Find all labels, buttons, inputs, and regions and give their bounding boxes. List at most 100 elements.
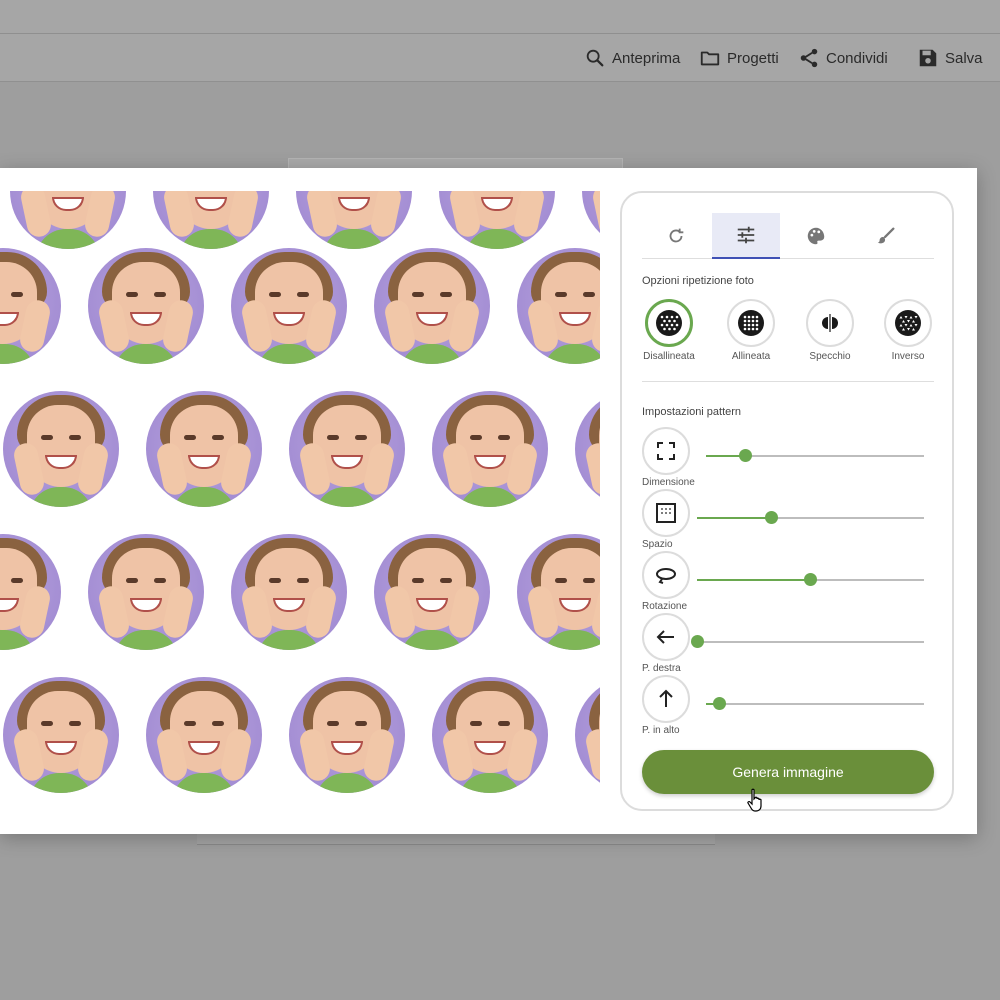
pattern-photo-tile — [439, 191, 555, 249]
pattern-photo-tile — [517, 248, 600, 364]
option-circle — [727, 299, 775, 347]
slider-row-size: Dimensione — [642, 427, 934, 489]
main-toolbar: Anteprima Progetti Condividi Salva — [0, 34, 1000, 82]
preview-button[interactable]: Anteprima — [584, 45, 680, 71]
share-label: Condividi — [826, 49, 888, 67]
offset-right-slider-knob[interactable] — [690, 635, 704, 648]
pattern-photo-tile — [0, 534, 61, 650]
pattern-photo-tile — [289, 677, 405, 793]
slider-row-offset-top: P. in alto — [642, 675, 934, 737]
spacing-label: Spazio — [642, 539, 673, 550]
pattern-photo-tile — [582, 191, 600, 249]
pattern-photo-tile — [575, 677, 600, 793]
rotation-button[interactable] — [642, 551, 690, 599]
option-circle — [645, 299, 693, 347]
pattern-photo-tile — [88, 248, 204, 364]
arrow-up-icon — [659, 689, 673, 707]
offset-top-slider-track[interactable] — [706, 703, 924, 705]
option-label: Disallineata — [643, 351, 695, 362]
rotate-icon — [656, 568, 676, 584]
pattern-photo-tile — [575, 391, 600, 507]
slider-row-spacing: Spazio — [642, 489, 934, 551]
sliders-icon — [737, 226, 755, 244]
offset-top-button[interactable] — [642, 675, 690, 723]
aligned-dots-icon — [738, 310, 764, 336]
pattern-editor-dialog: Opzioni ripetizione foto Disallineata Al… — [0, 168, 977, 834]
option-circle — [806, 299, 854, 347]
settings-tabs — [642, 213, 934, 259]
offset-right-button[interactable] — [642, 613, 690, 661]
pattern-photo-tile — [374, 534, 490, 650]
pattern-photo-tile — [3, 677, 119, 793]
option-label: Specchio — [809, 351, 851, 362]
option-circle — [884, 299, 932, 347]
folder-icon — [700, 51, 720, 66]
grid-frame-icon — [656, 503, 676, 523]
pattern-photo-tile — [88, 534, 204, 650]
pattern-photo-tile — [517, 534, 600, 650]
floppy-icon — [919, 49, 937, 67]
spacing-button[interactable] — [642, 489, 690, 537]
offset-top-slider-knob[interactable] — [712, 697, 726, 710]
share-button[interactable]: Condividi — [798, 45, 888, 71]
share-icon — [800, 48, 818, 68]
pattern-photo-tile — [3, 391, 119, 507]
pattern-photo-tile — [296, 191, 412, 249]
pattern-photo-tile — [153, 191, 269, 249]
pattern-photo-tile — [374, 248, 490, 364]
inverse-dots-icon — [895, 310, 921, 336]
tab-pattern-settings[interactable] — [712, 213, 780, 259]
pattern-photo-tile — [146, 391, 262, 507]
size-button[interactable] — [642, 427, 690, 475]
pattern-photo-tile — [289, 391, 405, 507]
pattern-photo-tile — [432, 391, 548, 507]
tab-reset[interactable] — [642, 213, 710, 259]
option-mirror[interactable]: Specchio — [795, 299, 865, 362]
app-top-bar — [0, 0, 1000, 34]
tab-colors[interactable] — [782, 213, 850, 259]
projects-button[interactable]: Progetti — [699, 45, 779, 71]
hand-cursor-icon — [747, 788, 762, 812]
option-label: Allineata — [731, 351, 771, 362]
spacing-slider-fill — [697, 517, 772, 519]
generate-image-button[interactable]: Genera immagine — [642, 750, 934, 794]
offset-right-slider-track[interactable] — [697, 641, 924, 643]
size-label: Dimensione — [642, 477, 695, 488]
palette-icon — [807, 227, 825, 245]
offset-top-label: P. in alto — [642, 725, 680, 736]
refresh-icon — [669, 228, 684, 243]
option-inverse[interactable]: Inverso — [873, 299, 943, 362]
option-aligned[interactable]: Allineata — [716, 299, 786, 362]
pattern-photo-tile — [231, 248, 347, 364]
size-slider-knob[interactable] — [738, 449, 752, 462]
offset-right-label: P. destra — [642, 663, 681, 674]
section-divider — [642, 381, 934, 382]
mirror-icon — [822, 314, 838, 332]
settings-panel: Opzioni ripetizione foto Disallineata Al… — [620, 191, 954, 811]
preview-label: Anteprima — [612, 49, 681, 67]
spacing-slider-knob[interactable] — [765, 511, 779, 524]
pattern-photo-tile — [0, 248, 61, 364]
pattern-preview — [0, 191, 600, 811]
fullscreen-icon — [657, 442, 675, 460]
option-label: Inverso — [891, 351, 925, 362]
pattern-photo-tile — [231, 534, 347, 650]
rotation-slider-fill — [697, 579, 811, 581]
tab-brush[interactable] — [852, 213, 920, 259]
slider-row-offset-right: P. destra — [642, 613, 934, 675]
pattern-photo-tile — [432, 677, 548, 793]
save-label: Salva — [945, 49, 983, 67]
rotation-slider-knob[interactable] — [804, 573, 817, 586]
brush-icon — [877, 227, 895, 244]
pattern-settings-title: Impostazioni pattern — [642, 406, 742, 418]
slider-row-rotation: Rotazione — [642, 551, 934, 613]
rotation-label: Rotazione — [642, 601, 688, 612]
search-icon — [586, 49, 604, 67]
save-button[interactable]: Salva — [917, 45, 983, 71]
pattern-photo-tile — [10, 191, 126, 249]
option-misaligned[interactable]: Disallineata — [634, 299, 704, 362]
projects-label: Progetti — [727, 49, 779, 67]
pattern-photo-tile — [146, 677, 262, 793]
arrow-left-icon — [656, 630, 674, 644]
repeat-options-title: Opzioni ripetizione foto — [642, 275, 754, 287]
